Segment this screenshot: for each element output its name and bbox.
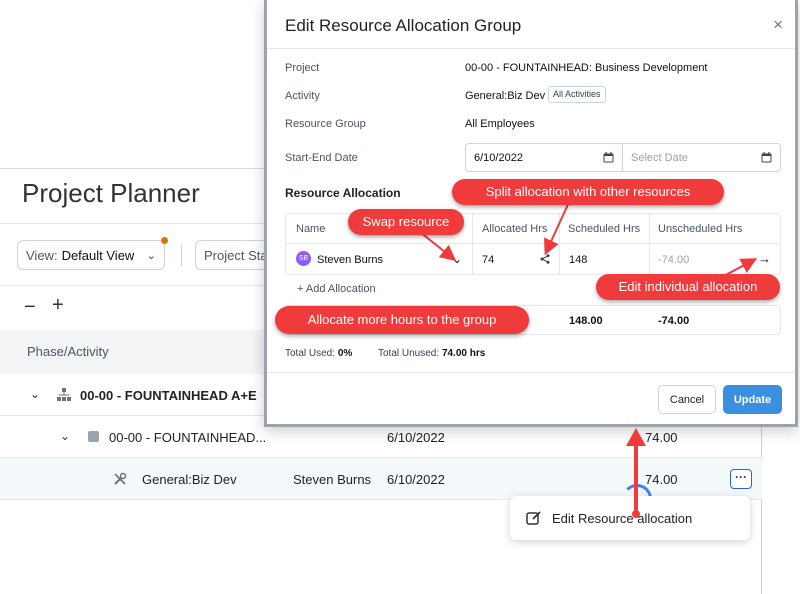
swap-resource-dropdown[interactable]: ⌄ [452,252,462,266]
total-unused: Total Unused: 74.00 hrs [378,348,485,359]
row-resource: Steven Burns [293,472,372,487]
row-more-button[interactable]: ··· [730,469,752,489]
resource-group-value: All Employees [465,118,535,130]
resource-group-label: Resource Group [285,118,366,130]
activity-label: Activity [285,90,320,102]
total-scheduled: 148.00 [569,315,603,327]
project-value: 00-00 - FOUNTAINHEAD: Business Developme… [465,62,708,74]
row-name: General:Biz Dev [142,472,237,487]
row-hours: 74.00 [645,430,678,445]
chevron-down-icon[interactable]: ⌄ [60,429,70,443]
chevron-down-icon[interactable]: ⌄ [30,387,40,401]
calendar-icon[interactable] [761,152,772,163]
start-date-input[interactable]: 6/10/2022 [465,143,623,172]
divider [267,48,795,49]
expand-all-button[interactable]: + [52,294,64,317]
resource-name: Steven Burns [317,254,384,266]
activity-value: General:Biz Dev [465,90,546,102]
modal-title: Edit Resource Allocation Group [285,16,522,35]
column-separator [649,214,650,274]
start-date-value: 6/10/2022 [474,151,523,164]
header-name: Name [296,223,326,235]
context-menu-label: Edit Resource allocation [552,510,693,526]
avatar: SB [296,251,311,266]
arrow-right-icon[interactable]: → [758,251,771,266]
hierarchy-icon [57,388,71,401]
chevron-down-icon: ⌄ [146,249,156,262]
unscheduled-hours: -74.00 [658,254,690,266]
update-button[interactable]: Update [723,385,782,414]
cancel-button[interactable]: Cancel [658,385,716,414]
row-name: 00-00 - FOUNTAINHEAD A+E [80,388,257,403]
close-icon[interactable]: × [773,15,783,35]
row-hours: 74.00 [645,472,678,487]
edit-resource-allocation-modal: Edit Resource Allocation Group × Project… [264,0,798,427]
end-date-placeholder: Select Date [631,151,688,164]
view-select[interactable]: View: Default View ⌄ [17,240,165,270]
resource-allocation-title: Resource Allocation [285,186,401,200]
row-name: 00-00 - FOUNTAINHEAD... [109,430,267,445]
view-label: View: [26,247,58,263]
header-unscheduled: Unscheduled Hrs [658,223,743,235]
total-used-value: 0% [337,348,353,359]
collapse-all-button[interactable]: − [24,296,36,319]
tools-icon [114,472,127,485]
context-menu-edit-resource-allocation[interactable]: Edit Resource allocation [510,496,750,540]
phase-icon [88,431,99,442]
scheduled-hours: 148 [569,254,588,266]
row-date: 6/10/2022 [387,472,445,487]
header-scheduled: Scheduled Hrs [568,223,641,235]
total-unused-label: Total Unused: [378,348,440,359]
project-status-filter[interactable]: Project Sta [195,240,275,270]
callout-split-allocation: Split allocation with other resources [452,179,724,205]
total-used: Total Used: 0% [285,348,352,359]
callout-allocate-more: Allocate more hours to the group [275,306,529,334]
edit-icon [526,511,541,525]
allocated-hours-input[interactable]: 74 [482,254,494,266]
divider [267,372,795,373]
header-allocated: Allocated Hrs [482,223,548,235]
column-separator [472,214,473,274]
total-unused-value: 74.00 hrs [441,348,486,359]
calendar-icon[interactable] [603,152,614,163]
all-activities-tag[interactable]: All Activities [548,86,606,103]
total-used-label: Total Used: [285,348,336,359]
project-label: Project [285,62,320,74]
split-icon[interactable] [540,254,550,264]
end-date-input[interactable]: Select Date [623,143,781,172]
column-header-phase[interactable]: Phase/Activity [27,344,109,359]
callout-edit-individual: Edit individual allocation [596,274,780,300]
view-value: Default View [61,247,135,263]
toolbar-separator [181,244,182,266]
total-unscheduled: -74.00 [658,315,690,327]
add-allocation-button[interactable]: + Add Allocation [297,283,376,295]
blank-area [0,0,262,165]
column-separator [559,214,560,274]
row-date: 6/10/2022 [387,430,445,445]
date-label: Start-End Date [285,152,358,164]
unsaved-indicator-dot [161,237,168,244]
page-title: Project Planner [22,178,200,208]
callout-swap-resource: Swap resource [348,209,464,235]
